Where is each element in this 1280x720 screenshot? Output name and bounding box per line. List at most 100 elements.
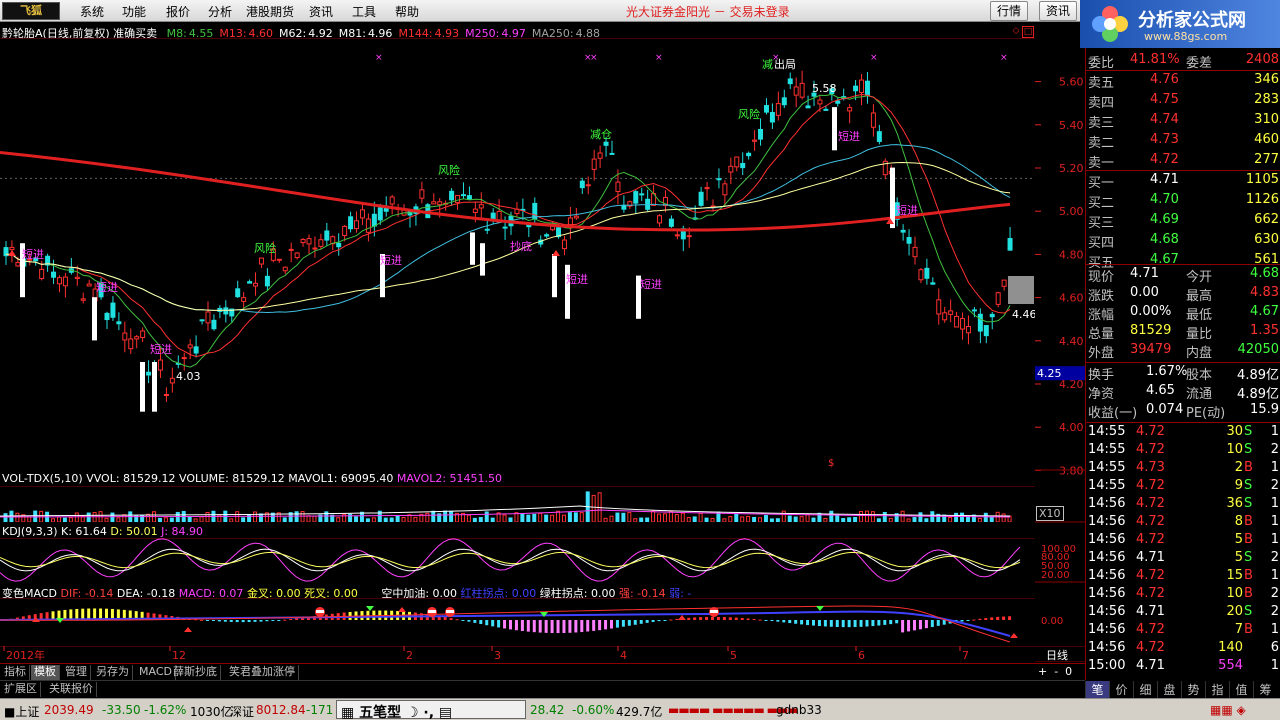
index2-amount: 429.7亿 [616,705,663,719]
macd-tick-label: 0.00 [1041,616,1063,627]
signal-bar [152,362,157,412]
tick-count: 2 [1270,478,1279,493]
buy-row: 买一 4.71 1105 [1086,172,1280,191]
macd-bar [615,620,619,628]
tab-indicator[interactable]: 指标 [1,665,30,680]
menu-analysis[interactable]: 分析 [208,3,232,20]
sell-volume: 277 [1254,152,1279,167]
macd-bar [669,619,673,621]
sell-row: 卖一 4.72 277 [1086,152,1280,171]
tick-row: 14:55 4.73 2 B 1 [1086,460,1280,478]
macd-bar [812,620,815,626]
stat-row: 外盘 39479 内盘 42050 [1086,342,1280,361]
sh-index-amount: 1030亿 [190,705,233,719]
ime-toolbar[interactable]: ▦ 五笔型 ☽ ·, ▤ [336,700,526,720]
candle-body [419,189,425,199]
panel-tab[interactable]: 盘 [1157,681,1181,698]
tick-time: 15:00 [1088,658,1126,673]
menu-quote[interactable]: 报价 [166,3,190,20]
macd-bar [283,619,287,621]
cell: 0.00% [1130,304,1172,319]
menu-tools[interactable]: 工具 [352,3,376,20]
tab-xiaojun[interactable]: 笑君叠加涨停 [226,665,299,680]
cell: 现价 [1088,270,1115,285]
macd-bar [924,620,928,629]
volume-bar [781,510,786,522]
volume-bar [62,517,67,522]
panel-tab[interactable]: 细 [1133,681,1157,698]
stock-app: { "menu":{"logo":"飞狐","items":["系统","功能"… [0,0,1280,720]
volume-bar [342,513,347,522]
tick-side: S [1244,442,1253,457]
chart-maximize-icon[interactable]: □ [1022,26,1034,38]
volume-bar [383,517,388,522]
short-entry-label: 短进 [838,129,860,143]
kdj-chart[interactable] [0,538,1035,582]
buy-level-label: 买四 [1088,236,1115,251]
tick-volume: 9 [1234,478,1243,493]
volume-bar [645,517,650,522]
candle-body [377,207,383,221]
panel-tab[interactable]: 筹 [1253,681,1277,698]
candle-body [847,107,853,112]
sh-index-value: 2039.49 [44,703,94,717]
cell: 涨幅 [1088,308,1115,323]
tab-save-as[interactable]: 另存为 [93,665,133,680]
menu-function[interactable]: 功能 [122,3,146,20]
stat-row: 现价 4.71 今开 4.68 [1086,266,1280,285]
volume-bar [175,511,180,522]
candle-body [621,205,627,210]
tab-xuesi[interactable]: 薛斯抄底 [170,665,221,680]
menu-hk-futures[interactable]: 港股期货 [246,3,294,20]
cell: 39479 [1130,342,1172,357]
volume-bar [906,518,911,522]
volume-bar [413,516,418,522]
cell: 收益(一) [1088,406,1138,421]
site-name: 分析家公式网 [1138,10,1246,31]
menu-help[interactable]: 帮助 [395,3,419,20]
candle-body [466,195,472,200]
nav-buttons[interactable]: + - 0 [1038,665,1072,678]
macd-chart[interactable] [0,598,1035,646]
volume-bar [567,512,572,522]
panel-tab[interactable]: 指 [1205,681,1229,698]
buy-price: 4.71 [1150,172,1179,187]
macd-bar [693,617,697,620]
news-button[interactable]: 资讯 [1039,1,1078,21]
candle-body [247,281,253,284]
macd-bar [568,620,572,633]
macd-bar [645,620,649,623]
panel-tab[interactable]: 价 [1109,681,1133,698]
candle-body [187,344,193,349]
buy-volume: 662 [1254,212,1279,227]
menu-info[interactable]: 资讯 [309,3,333,20]
candle-body [312,247,318,250]
candle-body [603,141,609,146]
candle-body [716,178,722,181]
panel-tab[interactable]: 势 [1181,681,1205,698]
tick-side: B [1244,532,1253,547]
short-entry-label: 短进 [22,247,44,261]
tab-template[interactable]: 模板 [31,665,60,680]
quote-button[interactable]: 行情 [990,1,1029,21]
volume-bar [692,516,697,522]
candle-body [324,230,330,241]
macd-bar [253,620,257,622]
candle-body [734,156,740,168]
panel-tab[interactable]: 值 [1229,681,1253,698]
menu-system[interactable]: 系统 [80,3,104,20]
order-ratio-row: 委比 41.81% 委差 2408 [1086,52,1280,71]
candlestick-chart[interactable]: 风险风险风险减仓减 出局短进短进短进短进短进 短进短进短进抄底5.584.034.4… [0,38,1035,470]
volume-chart[interactable] [0,486,1035,522]
chart-menu-icon[interactable]: ◇ [1010,26,1022,38]
risk-label: 风险 [254,241,276,255]
tab-extension[interactable]: 扩展区 [1,682,41,697]
short-entry-label: 短进 [566,272,588,286]
macd-bar [550,620,554,634]
volume-bar [680,512,685,522]
candle-body [134,336,140,340]
stat2-row: 收益(一) 0.074 PE(动) 15.9 [1086,402,1280,421]
panel-tab[interactable]: 笔 [1085,681,1109,698]
tab-related[interactable]: 关联报价 [46,682,97,697]
tab-manage[interactable]: 管理 [62,665,91,680]
